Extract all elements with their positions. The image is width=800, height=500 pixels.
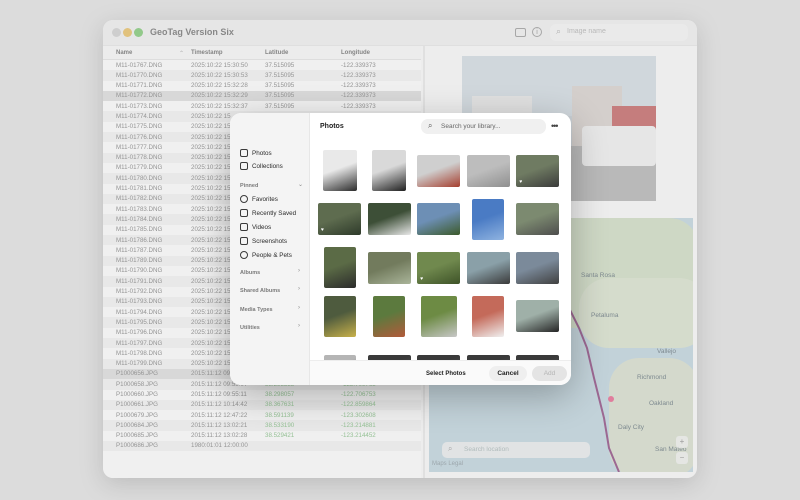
favorite-heart-icon: ♥ <box>321 227 324 233</box>
chevron-right-icon[interactable]: › <box>298 305 300 311</box>
picker-sidebar: Photos Collections Pinned ⌄ Favorites Re… <box>230 113 310 385</box>
sidebar-section-media-types[interactable]: Media Types <box>240 307 273 313</box>
sidebar-section-albums[interactable]: Albums <box>240 270 260 276</box>
photo-thumbnail[interactable] <box>417 203 461 235</box>
sidebar-item-collections[interactable]: Collections <box>240 160 283 172</box>
photo-thumbnail[interactable] <box>472 295 505 337</box>
photo-thumbnail[interactable] <box>372 150 407 191</box>
photo-thumbnail[interactable] <box>516 251 560 284</box>
library-search-placeholder: Search your library... <box>441 123 501 130</box>
photos-icon <box>240 149 248 157</box>
picker-title: Photos <box>320 123 344 130</box>
photo-thumbnail[interactable] <box>420 295 457 337</box>
photo-thumbnail[interactable]: ♥ <box>516 154 560 187</box>
video-icon <box>240 223 248 231</box>
photo-thumbnail[interactable] <box>367 203 411 235</box>
sidebar-item-screenshots[interactable]: Screenshots <box>240 235 287 247</box>
chevron-down-icon[interactable]: ⌄ <box>298 181 303 188</box>
sidebar-section-shared-albums[interactable]: Shared Albums <box>240 288 280 294</box>
sidebar-section-utilities[interactable]: Utilities <box>240 325 260 331</box>
screenshot-icon <box>240 237 248 245</box>
sidebar-item-favorites[interactable]: Favorites <box>240 193 278 205</box>
photo-thumbnail[interactable]: ♥ <box>417 251 461 284</box>
search-icon: ⌕ <box>428 121 433 130</box>
favorite-heart-icon: ♥ <box>420 275 424 282</box>
photo-thumbnail[interactable]: ♥ <box>318 203 361 235</box>
chevron-right-icon[interactable]: › <box>298 268 300 274</box>
sidebar-item-photos[interactable]: Photos <box>240 147 272 159</box>
heart-icon <box>240 195 248 203</box>
photo-thumbnail[interactable] <box>472 198 505 240</box>
select-photos-label: Select Photos <box>426 371 466 377</box>
library-search[interactable]: ⌕ Search your library... <box>421 119 546 134</box>
photo-grid[interactable]: ♥ ♥ ♥ <box>318 148 566 360</box>
collections-icon <box>240 162 248 170</box>
photo-thumbnail[interactable] <box>516 203 560 235</box>
chevron-right-icon[interactable]: › <box>298 286 300 292</box>
photo-thumbnail[interactable] <box>367 251 411 284</box>
photo-thumbnail[interactable] <box>466 154 510 187</box>
sidebar-item-videos[interactable]: Videos <box>240 221 271 233</box>
photo-thumbnail[interactable] <box>322 150 357 191</box>
photo-thumbnail[interactable] <box>323 247 356 288</box>
photo-thumbnail[interactable] <box>323 295 356 337</box>
picker-footer: Select Photos Cancel Add <box>310 360 571 385</box>
photos-picker-sheet: Photos Collections Pinned ⌄ Favorites Re… <box>230 113 571 385</box>
photo-thumbnail[interactable] <box>516 300 560 332</box>
sidebar-item-people-pets[interactable]: People & Pets <box>240 249 292 261</box>
add-button[interactable]: Add <box>532 366 567 381</box>
cancel-button[interactable]: Cancel <box>489 366 527 381</box>
photo-thumbnail[interactable] <box>373 295 406 337</box>
more-options-button[interactable]: ••• <box>551 121 559 131</box>
favorite-heart-icon: ♥ <box>519 178 523 185</box>
chevron-right-icon[interactable]: › <box>298 323 300 329</box>
sidebar-section-pinned[interactable]: Pinned <box>240 183 258 189</box>
photo-thumbnail[interactable] <box>417 154 461 187</box>
recently-saved-icon <box>240 209 248 217</box>
people-icon <box>240 251 248 259</box>
sidebar-item-recently-saved[interactable]: Recently Saved <box>240 207 296 219</box>
photo-thumbnail[interactable] <box>466 251 510 284</box>
